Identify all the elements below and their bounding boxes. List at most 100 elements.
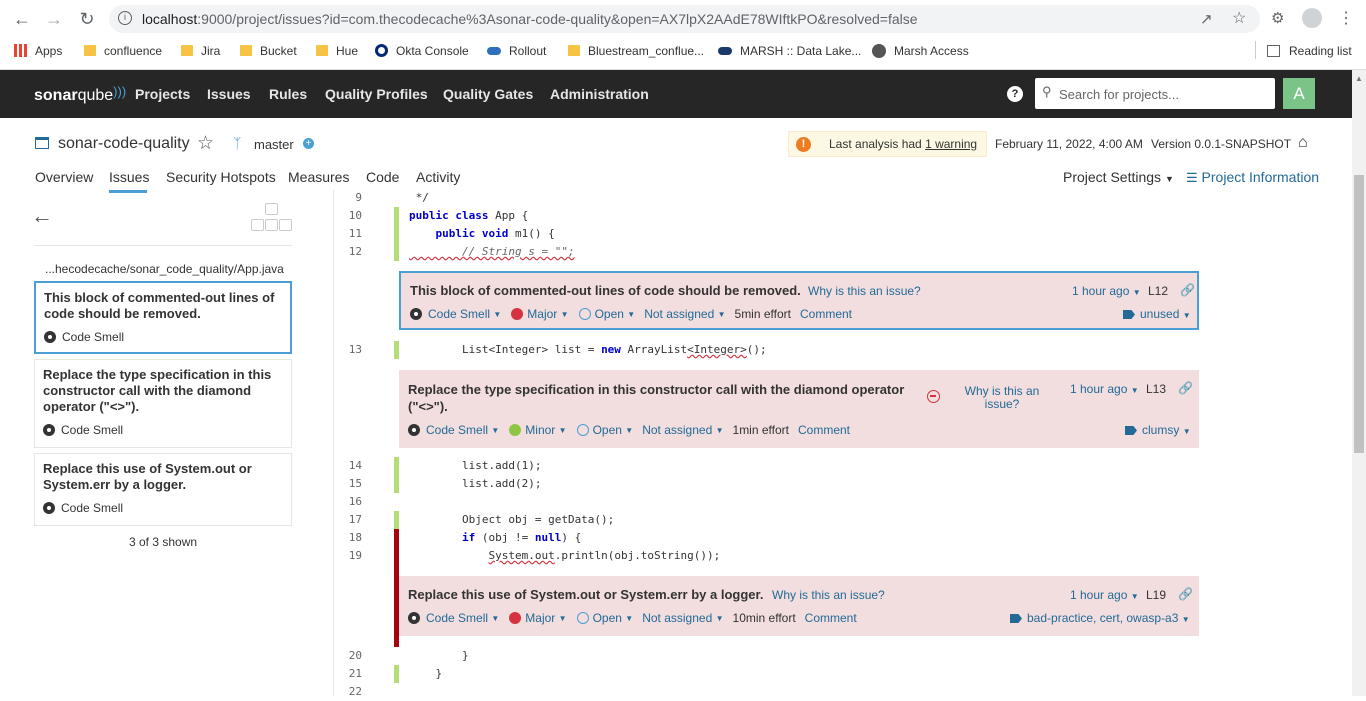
extensions-icon[interactable]: ⚙ <box>1271 9 1284 27</box>
why-issue-link[interactable]: Why is this an issue? <box>808 284 921 298</box>
tab-issues[interactable]: Issues <box>109 169 149 185</box>
nav-quality-profiles[interactable]: Quality Profiles <box>325 86 428 102</box>
bookmark-bluestream[interactable]: Bluestream_conflue... <box>568 43 704 59</box>
bookmark-marsh-access[interactable]: Marsh Access <box>872 43 969 59</box>
comment-link[interactable]: Comment <box>805 611 857 625</box>
bookmark-marsh-datalake[interactable]: MARSH :: Data Lake... <box>718 43 861 59</box>
bookmark-hue[interactable]: Hue <box>316 43 358 59</box>
assignee-dropdown[interactable]: Not assigned <box>644 307 714 321</box>
why-issue-link[interactable]: Why is this an issue? <box>957 385 1047 411</box>
sonarqube-logo[interactable]: sonarqube))) <box>34 84 126 105</box>
tab-activity[interactable]: Activity <box>416 169 460 185</box>
reload-icon[interactable]: ↻ <box>75 8 99 30</box>
severity-dropdown[interactable]: Major <box>527 307 557 321</box>
line-number[interactable]: 18 <box>334 529 362 547</box>
warning-link[interactable]: 1 warning <box>925 137 977 151</box>
severity-dropdown[interactable]: Minor <box>525 423 555 437</box>
bookmark-jira[interactable]: Jira <box>181 43 220 59</box>
line-number[interactable]: 14 <box>334 457 362 475</box>
favorite-star-icon[interactable]: ☆ <box>197 132 214 155</box>
comment-link[interactable]: Comment <box>798 423 850 437</box>
permalink-icon[interactable]: 🔗 <box>1180 283 1195 297</box>
issue-card[interactable]: Replace the type specification in this c… <box>34 359 292 448</box>
branch-info-icon[interactable]: + <box>303 138 314 149</box>
line-number[interactable]: 21 <box>334 665 362 683</box>
issue-age[interactable]: 1 hour ago ▼ <box>1072 284 1141 298</box>
scroll-up-icon[interactable]: ▲ <box>1355 74 1363 83</box>
issue-type-dropdown[interactable]: Code Smell <box>426 611 488 625</box>
bookmark-apps[interactable]: Apps <box>14 43 62 59</box>
reading-list[interactable]: Reading list <box>1267 43 1352 59</box>
severity-dropdown[interactable]: Major <box>525 611 555 625</box>
tags-dropdown[interactable]: bad-practice, cert, owasp-a3 ▼ <box>1010 611 1190 625</box>
url-text[interactable]: localhost:9000/project/issues?id=com.the… <box>142 11 918 27</box>
status-dropdown[interactable]: Open <box>595 307 624 321</box>
line-number[interactable]: 19 <box>334 547 362 565</box>
line-number[interactable]: 11 <box>334 225 362 243</box>
bookmark-okta[interactable]: Okta Console <box>375 43 469 59</box>
nav-rules[interactable]: Rules <box>269 86 307 102</box>
bookmark-confluence[interactable]: confluence <box>84 43 162 59</box>
open-status-icon <box>576 424 589 436</box>
search-input[interactable]: ⚲ Search for projects... <box>1035 78 1275 109</box>
project-name[interactable]: sonar-code-quality <box>58 135 190 153</box>
menu-icon[interactable]: ⋮ <box>1338 8 1354 28</box>
line-number[interactable]: 9 <box>334 189 362 207</box>
issue-line[interactable]: L19 <box>1146 588 1166 602</box>
forward-icon[interactable]: → <box>42 8 66 30</box>
line-number[interactable]: 20 <box>334 647 362 665</box>
scrollbar-thumb[interactable] <box>1354 175 1364 453</box>
tab-measures[interactable]: Measures <box>288 169 349 185</box>
branch-name[interactable]: master <box>254 137 294 152</box>
project-information-link[interactable]: ☰ Project Information <box>1186 169 1319 186</box>
permalink-icon[interactable]: 🔗 <box>1178 587 1193 601</box>
issue-line[interactable]: L12 <box>1148 284 1168 298</box>
nav-projects[interactable]: Projects <box>135 86 190 102</box>
issue-card[interactable]: Replace this use of System.out or System… <box>34 453 292 526</box>
line-number[interactable]: 13 <box>334 341 362 359</box>
avatar[interactable]: A <box>1283 78 1315 109</box>
line-number[interactable]: 17 <box>334 511 362 529</box>
profile-icon[interactable] <box>1302 8 1322 28</box>
assignee-dropdown[interactable]: Not assigned <box>642 611 712 625</box>
issue-type-dropdown[interactable]: Code Smell <box>426 423 488 437</box>
tab-code[interactable]: Code <box>366 169 399 185</box>
issue-card-selected[interactable]: This block of commented-out lines of cod… <box>34 281 292 354</box>
tab-overview[interactable]: Overview <box>35 169 93 185</box>
bookmark-bucket[interactable]: Bucket <box>240 43 297 59</box>
home-icon[interactable]: ⌂ <box>1298 134 1308 152</box>
star-icon[interactable]: ☆ <box>1232 8 1246 28</box>
line-number[interactable]: 22 <box>334 683 362 701</box>
status-dropdown[interactable]: Open <box>593 611 622 625</box>
permalink-icon[interactable]: 🔗 <box>1178 381 1193 395</box>
issue-age[interactable]: 1 hour ago ▼ <box>1070 588 1139 602</box>
tab-security-hotspots[interactable]: Security Hotspots <box>166 169 276 185</box>
assignee-dropdown[interactable]: Not assigned <box>642 423 712 437</box>
comment-link[interactable]: Comment <box>800 307 852 321</box>
nav-administration[interactable]: Administration <box>550 86 649 102</box>
tags-dropdown[interactable]: clumsy ▼ <box>1125 423 1191 437</box>
issue-title: This block of commented-out lines of cod… <box>410 283 801 298</box>
project-settings-dropdown[interactable]: Project Settings ▼ <box>1063 169 1174 185</box>
share-icon[interactable]: ↗ <box>1200 10 1213 28</box>
issue-box[interactable]: Replace the type specification in this c… <box>399 370 1199 448</box>
line-number[interactable]: 15 <box>334 475 362 493</box>
line-number[interactable]: 12 <box>334 243 362 261</box>
nav-quality-gates[interactable]: Quality Gates <box>443 86 533 102</box>
help-icon[interactable]: ? <box>1007 86 1023 102</box>
nav-issues[interactable]: Issues <box>207 86 251 102</box>
issue-line[interactable]: L13 <box>1146 382 1166 396</box>
back-arrow-icon[interactable]: ← <box>31 203 53 229</box>
issue-box[interactable]: Replace this use of System.out or System… <box>399 576 1199 636</box>
line-number[interactable]: 16 <box>334 493 362 511</box>
bookmark-rollout[interactable]: Rollout <box>487 43 546 59</box>
issue-box-selected[interactable]: This block of commented-out lines of cod… <box>399 271 1199 330</box>
info-icon[interactable]: i <box>118 11 132 25</box>
tags-dropdown[interactable]: unused ▼ <box>1123 307 1191 321</box>
back-icon[interactable]: ← <box>10 8 34 30</box>
why-issue-link[interactable]: Why is this an issue? <box>772 588 885 602</box>
issue-age[interactable]: 1 hour ago ▼ <box>1070 382 1139 396</box>
issue-type-dropdown[interactable]: Code Smell <box>428 307 490 321</box>
line-number[interactable]: 10 <box>334 207 362 225</box>
status-dropdown[interactable]: Open <box>593 423 622 437</box>
